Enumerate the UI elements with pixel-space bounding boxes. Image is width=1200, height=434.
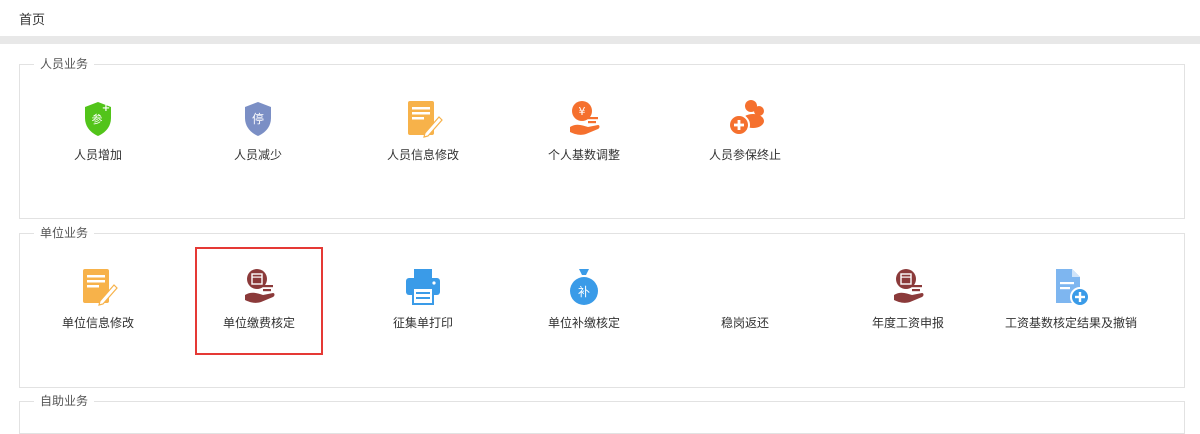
tile-wage-base-result-label: 工资基数核定结果及撤销 (1005, 316, 1138, 330)
breadcrumb-home[interactable]: 首页 (19, 9, 45, 28)
section-title-personnel: 人员业务 (40, 57, 89, 71)
tile-print-collection[interactable]: 征集单打印 (358, 267, 488, 347)
section-title-unit: 单位业务 (40, 226, 89, 240)
hand-calendar-icon (888, 267, 928, 307)
hand-coin-icon: ¥ (564, 99, 604, 139)
section-selfservice: 自助业务 (19, 394, 1185, 434)
tile-annual-wage-report-label: 年度工资申报 (871, 316, 944, 330)
shield-stop-icon: 停 (238, 99, 278, 139)
tile-print-collection-label: 征集单打印 (392, 316, 453, 330)
document-edit-icon (403, 99, 443, 139)
svg-text:+: + (102, 103, 110, 114)
tile-edit-person-info[interactable]: 人员信息修改 (358, 99, 488, 179)
shield-add-icon: 参 + (78, 99, 118, 139)
money-bag-icon: 补 (564, 267, 604, 307)
tile-terminate-insurance-label: 人员参保终止 (708, 148, 781, 162)
tile-edit-unit-info-label: 单位信息修改 (61, 316, 134, 330)
header-divider (0, 36, 1200, 44)
tile-unit-supplement[interactable]: 补 单位补缴核定 (519, 267, 649, 347)
tile-unit-supplement-label: 单位补缴核定 (547, 316, 620, 330)
hand-coin-icon-text: ¥ (579, 105, 586, 118)
tile-unit-fee-verification[interactable]: 单位缴费核定 (194, 267, 324, 347)
tile-edit-unit-info[interactable]: 单位信息修改 (33, 267, 163, 347)
hand-calendar-icon (239, 267, 279, 307)
tile-adjust-base-label: 个人基数调整 (547, 148, 620, 162)
tile-add-person-label: 人员增加 (73, 148, 122, 162)
breadcrumb-bar: 首页 (0, 0, 1200, 37)
tile-annual-wage-report[interactable]: 年度工资申报 (843, 267, 973, 347)
tile-stable-job-refund[interactable]: 稳岗返还 (680, 267, 810, 347)
money-bag-icon-text: 补 (578, 285, 590, 299)
users-add-icon (725, 99, 765, 139)
tile-reduce-person[interactable]: 停 人员减少 (193, 99, 323, 179)
shield-stop-icon-text: 停 (252, 111, 264, 126)
tile-edit-person-info-label: 人员信息修改 (386, 148, 459, 162)
tile-stable-job-refund-label: 稳岗返还 (720, 316, 769, 330)
tile-unit-fee-verification-label: 单位缴费核定 (222, 316, 295, 330)
document-add-icon (1050, 267, 1090, 307)
tile-add-person[interactable]: 参 + 人员增加 (33, 99, 163, 179)
printer-icon (403, 267, 443, 307)
tile-adjust-base[interactable]: ¥ 个人基数调整 (519, 99, 649, 179)
tile-wage-base-result[interactable]: 工资基数核定结果及撤销 (1005, 267, 1138, 347)
document-edit-icon (78, 267, 118, 307)
tile-reduce-person-label: 人员减少 (233, 148, 282, 162)
tile-terminate-insurance[interactable]: 人员参保终止 (680, 99, 810, 179)
shield-add-icon-text: 参 (92, 112, 103, 126)
